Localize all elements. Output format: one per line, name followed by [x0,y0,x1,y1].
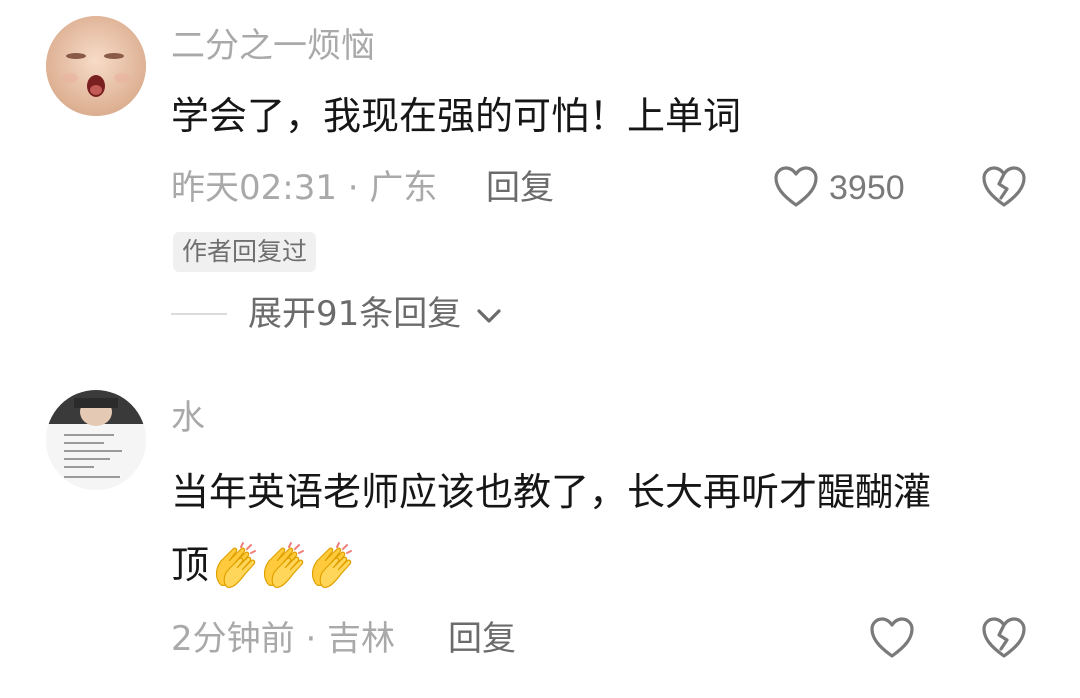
photo-avatar-icon [46,390,146,490]
clapping-hands-icon [263,542,305,588]
reply-button[interactable]: 回复 [486,171,554,205]
comment-text-line-2-text: 顶 [171,543,210,587]
username[interactable]: 二分之一烦恼 [171,29,375,63]
comment-time-location: 2分钟前 · 吉林 [171,619,396,659]
heart-icon [870,617,914,658]
dislike-button[interactable] [980,164,1028,210]
like-button[interactable] [868,615,916,661]
dislike-button[interactable] [980,615,1028,661]
broken-heart-icon [982,166,1026,207]
comment-time-location: 昨天02:31 · 广东 [171,168,438,208]
user-avatar[interactable] [46,16,146,116]
reply-button[interactable]: 回复 [448,622,516,656]
clapping-hands-emoji-row [211,541,355,589]
heart-icon [774,166,818,207]
comment-text: 学会了，我现在强的可怕！上单词 [171,94,742,138]
expand-divider [171,313,227,315]
username[interactable]: 水 [171,401,205,435]
user-avatar[interactable] [46,390,146,490]
author-replied-badge: 作者回复过 [173,232,317,272]
broken-heart-icon [982,617,1026,658]
expand-replies-button[interactable]: 展开91条回复 [248,297,504,331]
comment-text-line-2: 顶 [171,541,355,589]
clapping-hands-icon [215,542,257,588]
comment-text-line-1: 当年英语老师应该也教了，长大再听才醍醐灌 [171,470,932,514]
baby-face-avatar-icon [46,16,146,116]
chevron-down-icon [477,308,501,323]
like-button[interactable] [772,164,820,210]
like-count: 3950 [829,169,905,207]
clapping-hands-icon [311,542,353,588]
expand-replies-label: 展开91条回复 [248,294,462,334]
